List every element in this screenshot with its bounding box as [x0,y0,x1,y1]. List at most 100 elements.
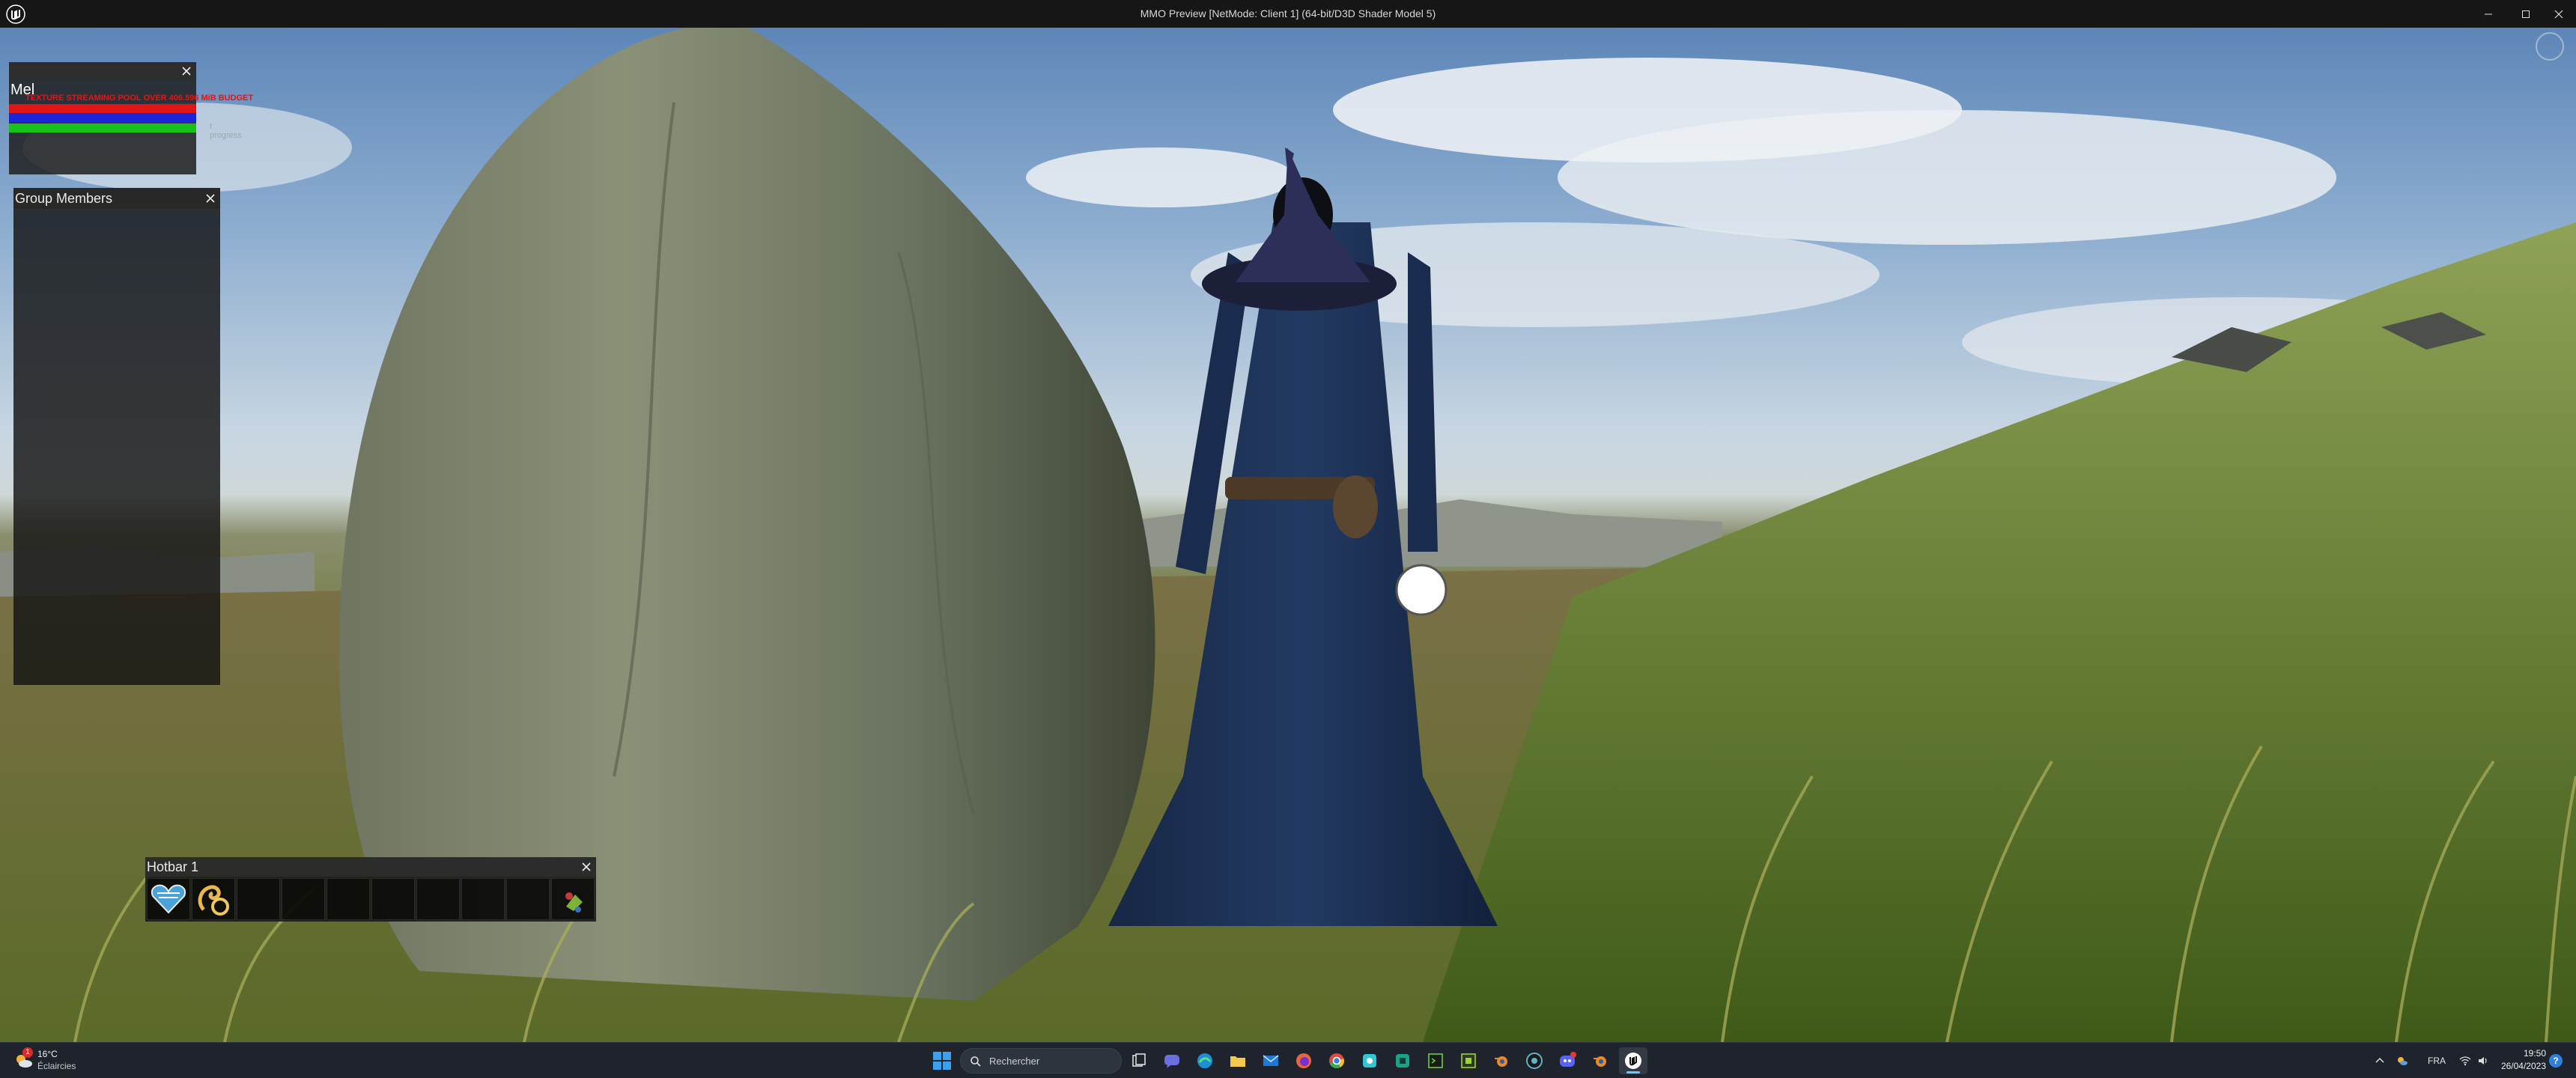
hotbar-slot-4[interactable] [282,878,325,920]
stamina-bar [9,124,196,133]
progress-text: t progress [210,122,242,140]
circle-app-icon [1526,1053,1543,1069]
tray-overflow-button[interactable] [2374,1055,2386,1067]
health-bar [9,104,196,113]
green-app-icon [1461,1053,1476,1068]
taskbar-app-terminal[interactable] [1421,1047,1450,1074]
mail-icon [1263,1055,1279,1066]
weather-widget[interactable]: 1 16°C Éclaircies [13,1047,96,1074]
hotbar-slot-10[interactable] [551,878,595,920]
close-window-button[interactable] [2542,0,2576,28]
unreal-engine-icon [1625,1053,1641,1069]
hotbar-slot-7[interactable] [416,878,460,920]
hotbar-header[interactable]: Hotbar 1 [145,857,596,877]
discord-icon [1560,1052,1576,1067]
taskbar-app-chat[interactable] [1158,1047,1186,1074]
task-view-icon [1132,1053,1146,1067]
hotbar-slot-3[interactable] [237,878,280,920]
taskbar-app-firefox[interactable] [1289,1047,1318,1074]
taskbar-app-mail[interactable] [1257,1047,1285,1074]
maximize-button[interactable] [2509,0,2543,28]
hotbar-slots [147,878,595,920]
taskbar-app-task-view[interactable] [1125,1047,1153,1074]
clock-time: 19:50 [2523,1048,2546,1059]
taskbar-app-unreal-engine[interactable] [1619,1047,1647,1074]
weather-temperature: 16°C [37,1049,58,1059]
weather-condition: Éclaircies [37,1061,76,1071]
edge-icon [1197,1053,1212,1068]
unreal-engine-icon [6,4,25,24]
hotbar-slot-1[interactable] [147,878,190,920]
cyan-app-icon [1363,1054,1376,1068]
taskbar-app-cyan[interactable] [1355,1047,1384,1074]
help-button[interactable]: ? [2549,1054,2563,1068]
taskbar-app-discord[interactable] [1553,1047,1582,1074]
taskbar-search-box[interactable]: Rechercher [960,1048,1122,1074]
search-icon [970,1056,981,1067]
texture-streaming-warning: TEXTURE STREAMING POOL OVER 406.596 MiB … [25,94,254,103]
windows-taskbar: 1 16°C Éclaircies Rechercher FRA 19:50 2… [0,1042,2576,1078]
chrome-icon [1329,1053,1344,1069]
group-panel-header[interactable]: Group Members [13,188,220,209]
group-panel-title: Group Members [15,191,113,206]
taskbar-clock[interactable]: 19:50 26/04/2023 [2492,1047,2546,1074]
hotbar-slot-2[interactable] [192,878,235,920]
group-members-panel[interactable]: Group Members [13,188,220,685]
close-icon [182,67,191,76]
gem-bag-icon [565,892,583,913]
mana-bar [9,113,196,122]
terminal-icon [1428,1053,1443,1068]
window-title-bar[interactable]: MMO Preview [NetMode: Client 1] (64-bit/… [0,0,2576,28]
hotbar-slot-9[interactable] [506,878,550,920]
hotbar-title: Hotbar 1 [147,859,199,874]
close-icon [206,194,215,203]
stats-panel-close-button[interactable] [178,63,195,79]
taskbar-app-teal[interactable] [1388,1047,1417,1074]
player-stats-panel[interactable]: Mel TEXTURE STREAMING POOL OVER 406.596 … [9,62,253,174]
health-bar-fill [9,104,196,113]
stats-panel-header[interactable] [9,62,196,80]
close-icon [582,862,591,871]
game-viewport[interactable]: Mel TEXTURE STREAMING POOL OVER 406.596 … [0,28,2576,1042]
taskbar-app-blender-2[interactable] [1586,1047,1614,1074]
tray-network[interactable] [2459,1055,2471,1067]
tray-volume[interactable] [2477,1055,2489,1067]
taskbar-app-chrome[interactable] [1322,1047,1351,1074]
weather-tray-icon [2398,1057,2408,1065]
maximize-icon [2522,10,2530,18]
tray-weather[interactable] [2396,1055,2408,1067]
mana-bar-fill [9,113,196,122]
blender-icon [1495,1056,1507,1067]
window-title: MMO Preview [NetMode: Client 1] (64-bit/… [1140,7,1436,19]
taskbar-app-blender[interactable] [1487,1047,1516,1074]
chat-icon [1164,1055,1179,1068]
clock-date: 26/04/2023 [2500,1061,2546,1071]
blender-icon [1594,1056,1606,1067]
taskbar-app-file-explorer[interactable] [1224,1047,1252,1074]
heart-gem-icon [151,884,186,914]
hotbar-slot-5[interactable] [326,878,370,920]
weather-badge: 1 [22,1047,33,1058]
search-placeholder: Rechercher [989,1056,1040,1067]
input-language[interactable]: FRA [2428,1056,2446,1066]
taskbar-app-green-square[interactable] [1454,1047,1483,1074]
hotbar-panel[interactable]: Hotbar 1 [145,857,596,922]
minimize-icon [2485,13,2492,14]
volume-icon [2479,1057,2487,1065]
hotbar-close-button[interactable] [578,859,595,875]
close-icon [2554,10,2563,18]
firefox-icon [1296,1053,1311,1068]
windows-start-button[interactable] [932,1050,953,1071]
taskbar-app-edge[interactable] [1191,1047,1219,1074]
minimize-button[interactable] [2471,0,2506,28]
taskbar-app-circle[interactable] [1520,1047,1549,1074]
hotbar-slot-6[interactable] [371,878,415,920]
stamina-bar-fill [9,124,196,133]
folder-icon [1230,1056,1245,1067]
hotbar-slot-8[interactable] [461,878,505,920]
wifi-icon [2459,1056,2471,1066]
active-app-indicator [1626,1071,1640,1074]
teal-app-icon [1396,1054,1409,1068]
group-panel-close-button[interactable] [202,190,219,207]
chevron-up-icon [2375,1057,2384,1063]
